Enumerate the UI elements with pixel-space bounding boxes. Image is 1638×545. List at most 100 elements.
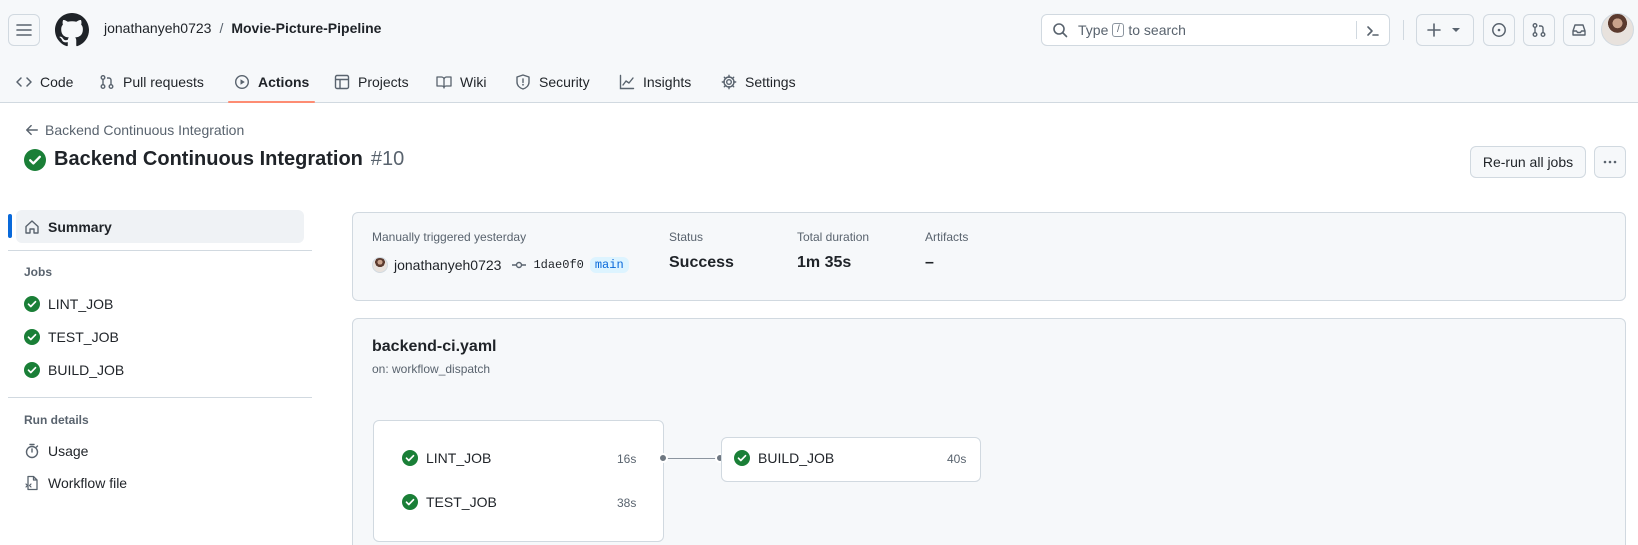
- graph-job-duration: 38s: [617, 496, 637, 510]
- duration-value: 1m 35s: [797, 254, 852, 271]
- graph-icon: [619, 74, 635, 89]
- status-label: Status: [669, 230, 704, 244]
- status-info: Status Success: [669, 230, 734, 272]
- tab-settings-label: Settings: [745, 73, 796, 90]
- tab-settings[interactable]: Settings: [721, 60, 796, 103]
- github-logo-icon[interactable]: [55, 13, 89, 47]
- job-group-box: [373, 420, 664, 542]
- header-divider: [1403, 20, 1404, 40]
- trigger-details: jonathanyeh0723 1dae0f0 main: [372, 257, 629, 273]
- repo-name-link[interactable]: Movie-Picture-Pipeline: [231, 20, 381, 36]
- sidebar-item-summary[interactable]: Summary: [16, 210, 304, 243]
- back-to-workflow-link[interactable]: Backend Continuous Integration: [25, 122, 244, 138]
- shield-icon: [516, 73, 530, 90]
- workflow-file-name[interactable]: backend-ci.yaml: [372, 338, 497, 356]
- sidebar-item-test-job[interactable]: TEST_JOB: [24, 329, 119, 345]
- sidebar-divider: [8, 397, 312, 398]
- play-icon: [234, 74, 250, 89]
- search-placeholder: Type / to search: [1078, 22, 1186, 38]
- trigger-label: Manually triggered yesterday: [372, 230, 527, 244]
- tab-pull-requests[interactable]: Pull requests: [99, 60, 204, 103]
- issue-opened-icon: [1492, 23, 1506, 37]
- workflow-trigger: on: workflow_dispatch: [372, 362, 491, 376]
- duration-label: Total duration: [797, 230, 870, 244]
- search-input[interactable]: Type / to search: [1041, 14, 1390, 46]
- search-placeholder-suffix: to search: [1128, 22, 1186, 38]
- graph-job-name: TEST_JOB: [426, 494, 497, 510]
- sidebar-summary-label: Summary: [48, 218, 112, 235]
- branch-badge[interactable]: main: [589, 257, 629, 273]
- user-avatar[interactable]: [1601, 13, 1634, 46]
- kebab-horizontal-icon: [1603, 160, 1617, 164]
- inbox-button[interactable]: [1563, 14, 1595, 46]
- tab-actions[interactable]: Actions: [227, 60, 316, 103]
- sidebar-item-lint-job[interactable]: LINT_JOB: [24, 296, 113, 312]
- actor-link[interactable]: jonathanyeh0723: [394, 257, 501, 273]
- tab-wiki-label: Wiki: [460, 73, 487, 90]
- sidebar-item-build-job[interactable]: BUILD_JOB: [24, 362, 124, 378]
- tab-code[interactable]: Code: [16, 60, 73, 103]
- git-pull-request-icon: [100, 74, 114, 89]
- graph-job-duration: 40s: [947, 452, 967, 466]
- book-icon: [436, 75, 452, 89]
- tab-insights[interactable]: Insights: [619, 60, 691, 103]
- summary-active-indicator: [8, 214, 12, 238]
- hamburger-icon: [16, 24, 32, 36]
- rerun-all-jobs-button[interactable]: Re-run all jobs: [1470, 146, 1586, 178]
- home-icon: [25, 219, 39, 234]
- search-divider: [1356, 21, 1357, 39]
- sidebar-jobs-heading: Jobs: [24, 265, 53, 279]
- job-connector-line: [664, 458, 720, 459]
- git-commit-icon: [512, 261, 527, 269]
- repo-nav-tabs: Code Pull requests Actions Projects Wiki…: [0, 60, 900, 103]
- sidebar-job-label: LINT_JOB: [48, 296, 114, 312]
- actor-avatar[interactable]: [372, 257, 388, 273]
- breadcrumb-separator: /: [219, 20, 224, 36]
- tab-wiki[interactable]: Wiki: [436, 60, 486, 103]
- tab-projects-label: Projects: [358, 73, 409, 90]
- command-palette-icon[interactable]: [1365, 23, 1381, 39]
- sidebar-item-usage[interactable]: Usage: [24, 443, 88, 459]
- issues-button[interactable]: [1483, 14, 1515, 46]
- tab-security[interactable]: Security: [515, 60, 590, 103]
- tab-code-label: Code: [40, 73, 74, 90]
- gear-icon: [721, 74, 737, 89]
- graph-job-lint[interactable]: LINT_JOB: [402, 450, 491, 466]
- create-new-button[interactable]: [1416, 14, 1474, 46]
- menu-button[interactable]: [8, 14, 40, 46]
- graph-job-test[interactable]: TEST_JOB: [402, 494, 497, 510]
- pull-requests-button[interactable]: [1523, 14, 1555, 46]
- global-header: jonathanyeh0723 / Movie-Picture-Pipeline…: [0, 0, 1638, 103]
- tab-security-label: Security: [539, 73, 590, 90]
- trigger-info: Manually triggered yesterday: [372, 230, 526, 244]
- run-title: Backend Continuous Integration: [54, 148, 363, 170]
- search-placeholder-prefix: Type: [1078, 22, 1109, 38]
- more-options-button[interactable]: [1594, 146, 1626, 178]
- check-circle-fill-icon: [24, 329, 40, 345]
- check-circle-fill-icon: [24, 362, 40, 378]
- check-circle-fill-icon: [24, 296, 40, 312]
- tab-insights-label: Insights: [643, 73, 692, 90]
- triangle-down-icon: [1452, 28, 1460, 32]
- artifacts-info: Artifacts –: [925, 230, 968, 272]
- git-pull-request-icon: [1532, 23, 1546, 37]
- check-circle-fill-icon: [734, 450, 750, 466]
- connector-dot: [658, 453, 668, 463]
- check-circle-fill-icon: [402, 450, 418, 466]
- sidebar-item-workflow-file[interactable]: Workflow file: [24, 475, 127, 491]
- page-title: Backend Continuous Integration #10: [24, 148, 404, 171]
- artifacts-label: Artifacts: [925, 230, 969, 244]
- arrow-left-icon: [26, 124, 38, 136]
- breadcrumb: jonathanyeh0723 / Movie-Picture-Pipeline: [104, 20, 381, 36]
- tab-projects[interactable]: Projects: [334, 60, 409, 103]
- back-link-label: Backend Continuous Integration: [45, 122, 245, 138]
- commit-sha-link[interactable]: 1dae0f0: [533, 258, 583, 272]
- graph-job-duration: 16s: [617, 452, 637, 466]
- inbox-icon: [1572, 24, 1586, 36]
- graph-job-name: BUILD_JOB: [758, 450, 835, 466]
- sidebar-usage-label: Usage: [48, 443, 89, 459]
- file-code-icon: [25, 475, 38, 491]
- repo-owner-link[interactable]: jonathanyeh0723: [104, 20, 211, 36]
- graph-job-build[interactable]: BUILD_JOB: [734, 450, 834, 466]
- search-shortcut-key: /: [1112, 23, 1125, 37]
